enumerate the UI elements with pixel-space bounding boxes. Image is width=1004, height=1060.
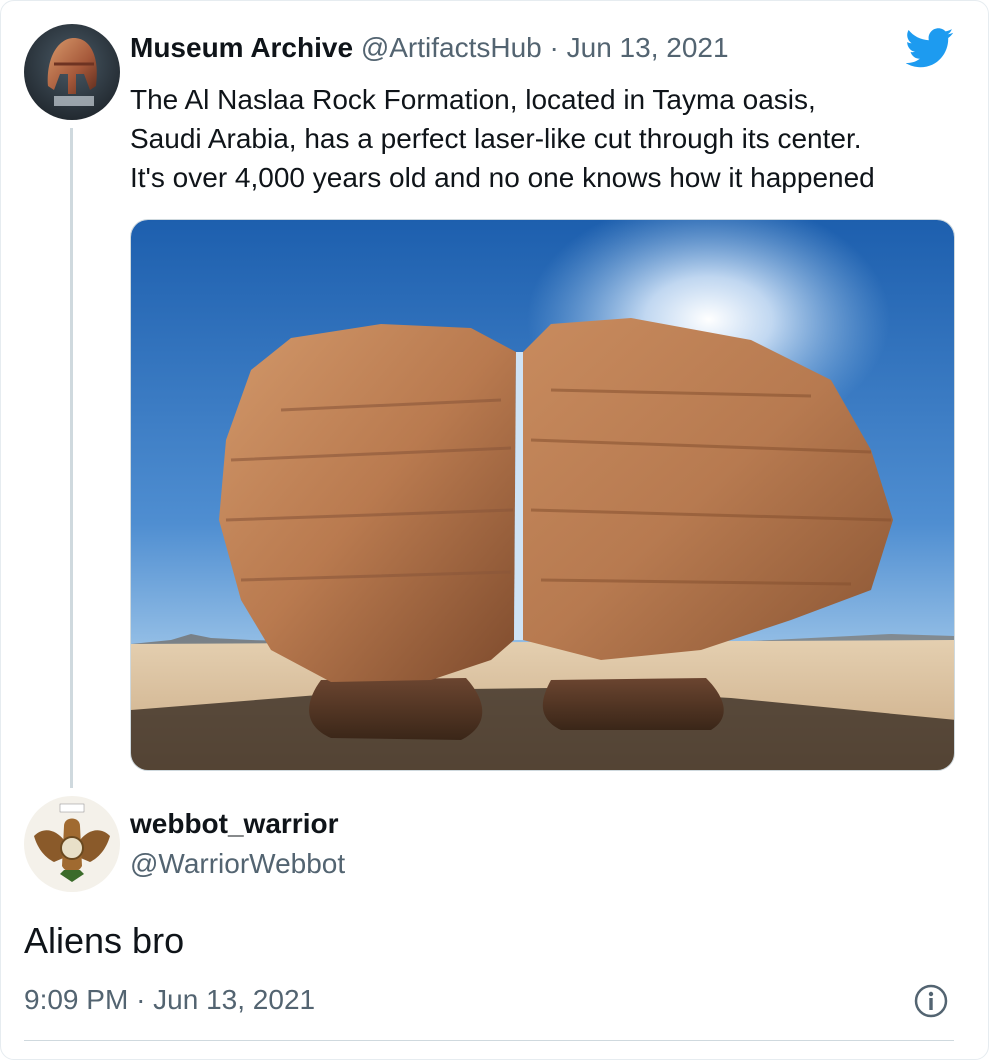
eagle-emblem-icon (24, 796, 120, 892)
reply-timestamp[interactable]: 9:09 PM · Jun 13, 2021 (24, 984, 315, 1016)
meta-separator: · (136, 984, 146, 1015)
tweet-text: The Al Naslaa Rock Formation, located in… (130, 80, 970, 197)
thread-connector-line (70, 128, 73, 788)
tweet-text-line-1: The Al Naslaa Rock Formation, located in… (130, 84, 816, 115)
reply-date: Jun 13, 2021 (153, 984, 316, 1015)
divider (24, 1040, 954, 1041)
spartan-helmet-icon (24, 24, 120, 120)
webbot-warrior-avatar[interactable] (24, 796, 120, 892)
reply-author-name[interactable]: webbot_warrior (130, 808, 338, 840)
reply-author-handle[interactable]: @WarriorWebbot (130, 848, 345, 880)
museum-archive-avatar[interactable] (24, 24, 120, 120)
split-rock-photo (131, 220, 954, 770)
info-icon[interactable] (914, 984, 948, 1018)
reply-time: 9:09 PM (24, 984, 129, 1015)
author-handle[interactable]: @ArtifactsHub (361, 32, 542, 63)
tweet-text-line-2: Saudi Arabia, has a perfect laser-like c… (130, 123, 862, 154)
tweet-media-photo[interactable] (130, 219, 955, 771)
tweet-date[interactable]: Jun 13, 2021 (567, 32, 729, 63)
author-name[interactable]: Museum Archive (130, 32, 353, 63)
twitter-bird-icon[interactable] (906, 28, 954, 68)
tweet-thread-card: Museum Archive @ArtifactsHub · Jun 13, 2… (0, 0, 990, 1060)
tweet-header: Museum Archive @ArtifactsHub · Jun 13, 2… (130, 32, 729, 64)
reply-text: Aliens bro (24, 920, 185, 961)
header-separator: · (549, 32, 559, 63)
tweet-text-line-3: It's over 4,000 years old and no one kno… (130, 162, 875, 193)
